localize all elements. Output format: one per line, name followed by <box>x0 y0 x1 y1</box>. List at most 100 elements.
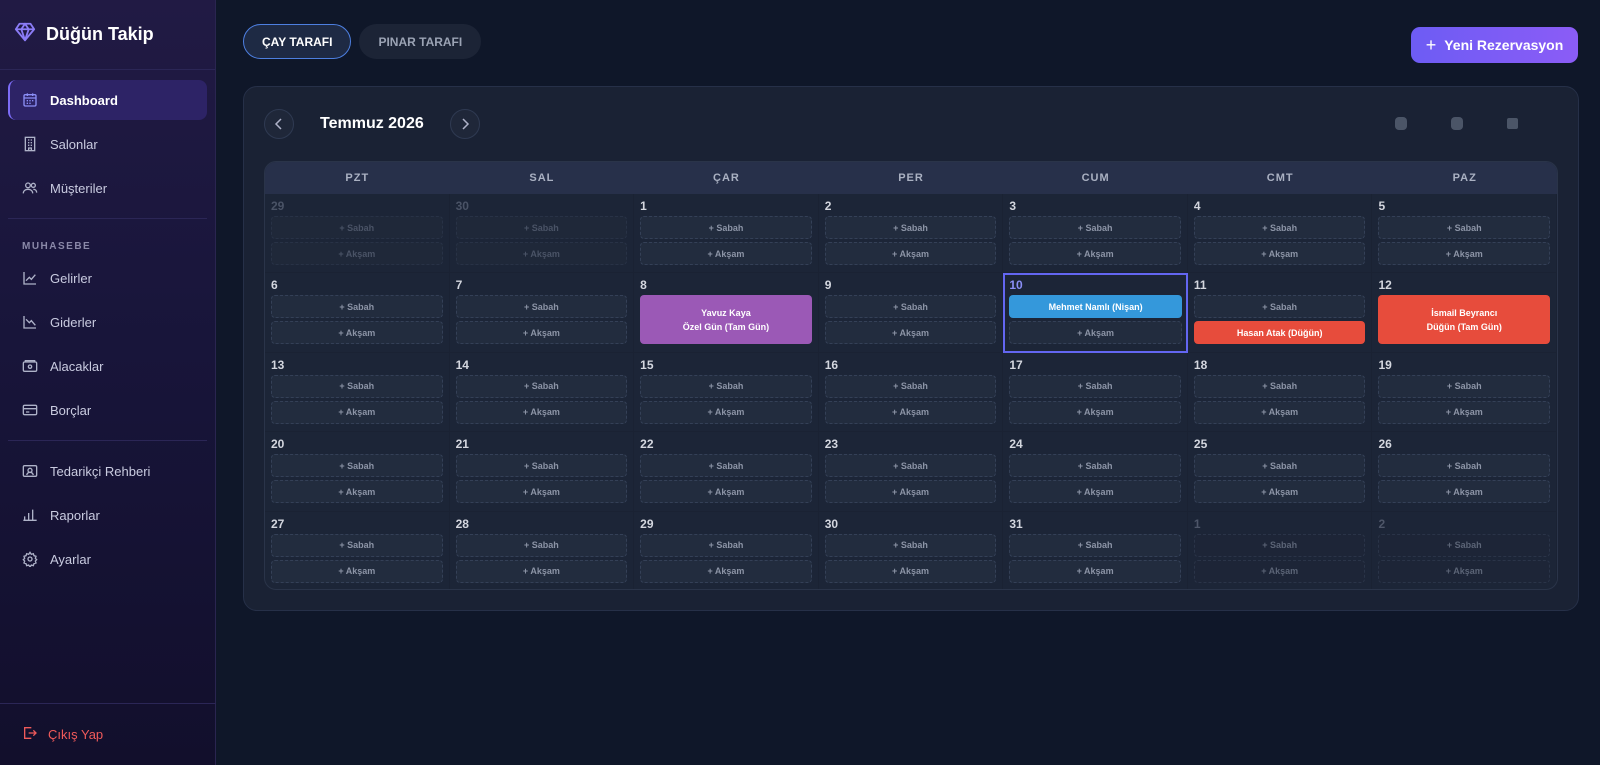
add-morning-slot[interactable]: + Sabah <box>824 533 997 557</box>
calendar-day[interactable]: 20 + Sabah + Akşam <box>265 432 450 512</box>
calendar-day[interactable]: 26 + Sabah + Akşam <box>1372 432 1557 512</box>
add-evening-slot[interactable]: + Akşam <box>640 559 812 583</box>
calendar-day[interactable]: 14 + Sabah + Akşam <box>449 352 635 433</box>
add-evening-slot[interactable]: + Akşam <box>1009 559 1181 583</box>
sidebar-item-giderler[interactable]: Giderler <box>8 302 207 342</box>
add-morning-slot[interactable]: + Sabah <box>455 295 628 319</box>
sidebar-item-raporlar[interactable]: Raporlar <box>8 495 207 535</box>
add-morning-slot[interactable]: + Sabah <box>455 374 628 398</box>
calendar-day[interactable]: 30 + Sabah + Akşam <box>819 511 1004 589</box>
calendar-day[interactable]: 13 + Sabah + Akşam <box>265 352 450 433</box>
calendar-day[interactable]: 18 + Sabah + Akşam <box>1187 352 1373 433</box>
add-evening-slot[interactable]: + Akşam <box>1193 242 1366 265</box>
add-evening-slot[interactable]: + Akşam <box>455 559 628 583</box>
add-evening-slot[interactable]: + Akşam <box>824 242 997 265</box>
calendar-day[interactable]: 23 + Sabah + Akşam <box>818 432 1004 512</box>
add-evening-slot[interactable]: + Akşam <box>1009 242 1181 265</box>
add-evening-slot[interactable]: + Akşam <box>271 400 443 424</box>
sidebar-item-alacaklar[interactable]: Alacaklar <box>8 346 207 386</box>
calendar-day-today[interactable]: 10 Mehmet Namlı (Nişan) + Akşam <box>1003 273 1188 353</box>
reservation-event[interactable]: Yavuz Kaya Özel Gün (Tam Gün) <box>640 295 812 345</box>
add-evening-slot[interactable]: + Akşam <box>824 400 997 424</box>
add-evening-slot[interactable]: + Akşam <box>640 480 812 504</box>
add-evening-slot[interactable]: + Akşam <box>455 321 628 345</box>
add-morning-slot[interactable]: + Sabah <box>640 533 812 557</box>
calendar-day[interactable]: 29 + Sabah + Akşam <box>265 194 450 274</box>
add-evening-slot[interactable]: + Akşam <box>1193 480 1366 504</box>
reservation-event[interactable]: Mehmet Namlı (Nişan) <box>1009 295 1182 319</box>
add-morning-slot[interactable]: + Sabah <box>1193 533 1366 557</box>
add-morning-slot[interactable]: + Sabah <box>1378 454 1551 478</box>
add-morning-slot[interactable]: + Sabah <box>1378 374 1551 398</box>
add-morning-slot[interactable]: + Sabah <box>271 374 443 398</box>
sidebar-item-ayarlar[interactable]: Ayarlar <box>8 539 207 579</box>
add-morning-slot[interactable]: + Sabah <box>640 216 812 239</box>
add-morning-slot[interactable]: + Sabah <box>271 454 443 478</box>
add-morning-slot[interactable]: + Sabah <box>1193 295 1366 319</box>
add-evening-slot[interactable]: + Akşam <box>824 559 997 583</box>
calendar-day[interactable]: 1 + Sabah + Akşam <box>1188 511 1373 589</box>
add-evening-slot[interactable]: + Akşam <box>271 559 443 583</box>
next-month-button[interactable] <box>450 109 480 139</box>
view-option-square[interactable] <box>1507 118 1518 129</box>
calendar-day[interactable]: 8 Yavuz Kaya Özel Gün (Tam Gün) <box>634 273 819 353</box>
add-morning-slot[interactable]: + Sabah <box>1193 216 1366 239</box>
calendar-day[interactable]: 6 + Sabah + Akşam <box>265 273 450 353</box>
calendar-day[interactable]: 4 + Sabah + Akşam <box>1187 194 1373 274</box>
add-morning-slot[interactable]: + Sabah <box>1009 454 1181 478</box>
add-morning-slot[interactable]: + Sabah <box>640 374 812 398</box>
add-morning-slot[interactable]: + Sabah <box>824 216 997 239</box>
add-evening-slot[interactable]: + Akşam <box>1378 400 1551 424</box>
calendar-day[interactable]: 5 + Sabah + Akşam <box>1372 194 1557 274</box>
sidebar-item-gelirler[interactable]: Gelirler <box>8 258 207 298</box>
calendar-day[interactable]: 2 + Sabah + Akşam <box>818 194 1004 274</box>
add-evening-slot[interactable]: + Akşam <box>640 242 812 265</box>
add-morning-slot[interactable]: + Sabah <box>455 533 628 557</box>
add-morning-slot[interactable]: + Sabah <box>1193 454 1366 478</box>
prev-month-button[interactable] <box>264 109 294 139</box>
sidebar-item-salonlar[interactable]: Salonlar <box>8 124 207 164</box>
sidebar-item-borclar[interactable]: Borçlar <box>8 390 207 430</box>
calendar-day[interactable]: 25 + Sabah + Akşam <box>1187 432 1373 512</box>
add-evening-slot[interactable]: + Akşam <box>455 480 628 504</box>
add-evening-slot[interactable]: + Akşam <box>1009 321 1182 345</box>
view-option-dot[interactable] <box>1451 117 1463 130</box>
add-evening-slot[interactable]: + Akşam <box>824 321 997 345</box>
add-evening-slot[interactable]: + Akşam <box>1193 400 1366 424</box>
reservation-event[interactable]: İsmail Beyrancı Düğün (Tam Gün) <box>1378 295 1551 345</box>
add-morning-slot[interactable]: + Sabah <box>824 295 997 319</box>
calendar-day[interactable]: 2 + Sabah + Akşam <box>1372 511 1557 589</box>
new-reservation-button[interactable]: + Yeni Rezervasyon <box>1411 27 1578 63</box>
calendar-day[interactable]: 11 + Sabah Hasan Atak (Düğün) <box>1187 273 1373 353</box>
add-morning-slot[interactable]: + Sabah <box>640 454 812 478</box>
add-morning-slot[interactable]: + Sabah <box>271 295 443 319</box>
sidebar-item-tedarikci-rehberi[interactable]: Tedarikçi Rehberi <box>8 451 207 491</box>
add-morning-slot[interactable]: + Sabah <box>1378 216 1551 239</box>
calendar-day[interactable]: 30 + Sabah + Akşam <box>449 194 635 274</box>
tab-pinar-tarafi[interactable]: PINAR TARAFI <box>359 24 482 59</box>
calendar-day[interactable]: 24 + Sabah + Akşam <box>1003 432 1188 512</box>
reservation-event[interactable]: Hasan Atak (Düğün) <box>1193 321 1366 345</box>
add-evening-slot[interactable]: + Akşam <box>1009 400 1181 424</box>
sidebar-item-dashboard[interactable]: Dashboard <box>8 80 207 120</box>
add-evening-slot[interactable]: + Akşam <box>1378 242 1551 265</box>
tab-cay-tarafi[interactable]: ÇAY TARAFI <box>243 24 352 59</box>
add-morning-slot[interactable]: + Sabah <box>271 216 443 239</box>
calendar-day[interactable]: 15 + Sabah + Akşam <box>634 352 819 433</box>
add-evening-slot[interactable]: + Akşam <box>824 480 997 504</box>
calendar-day[interactable]: 7 + Sabah + Akşam <box>449 273 635 353</box>
add-morning-slot[interactable]: + Sabah <box>455 216 628 239</box>
calendar-day[interactable]: 1 + Sabah + Akşam <box>634 194 819 274</box>
calendar-day[interactable]: 17 + Sabah + Akşam <box>1003 352 1188 433</box>
calendar-day[interactable]: 31 + Sabah + Akşam <box>1003 511 1188 589</box>
logout-button[interactable]: Çıkış Yap <box>0 703 216 765</box>
add-morning-slot[interactable]: + Sabah <box>455 454 628 478</box>
calendar-day[interactable]: 28 + Sabah + Akşam <box>450 511 635 589</box>
calendar-day[interactable]: 22 + Sabah + Akşam <box>634 432 819 512</box>
add-evening-slot[interactable]: + Akşam <box>1193 559 1366 583</box>
add-evening-slot[interactable]: + Akşam <box>1009 480 1181 504</box>
calendar-day[interactable]: 29 + Sabah + Akşam <box>634 511 819 589</box>
calendar-day[interactable]: 21 + Sabah + Akşam <box>449 432 635 512</box>
add-evening-slot[interactable]: + Akşam <box>271 242 443 265</box>
add-evening-slot[interactable]: + Akşam <box>1378 559 1551 583</box>
